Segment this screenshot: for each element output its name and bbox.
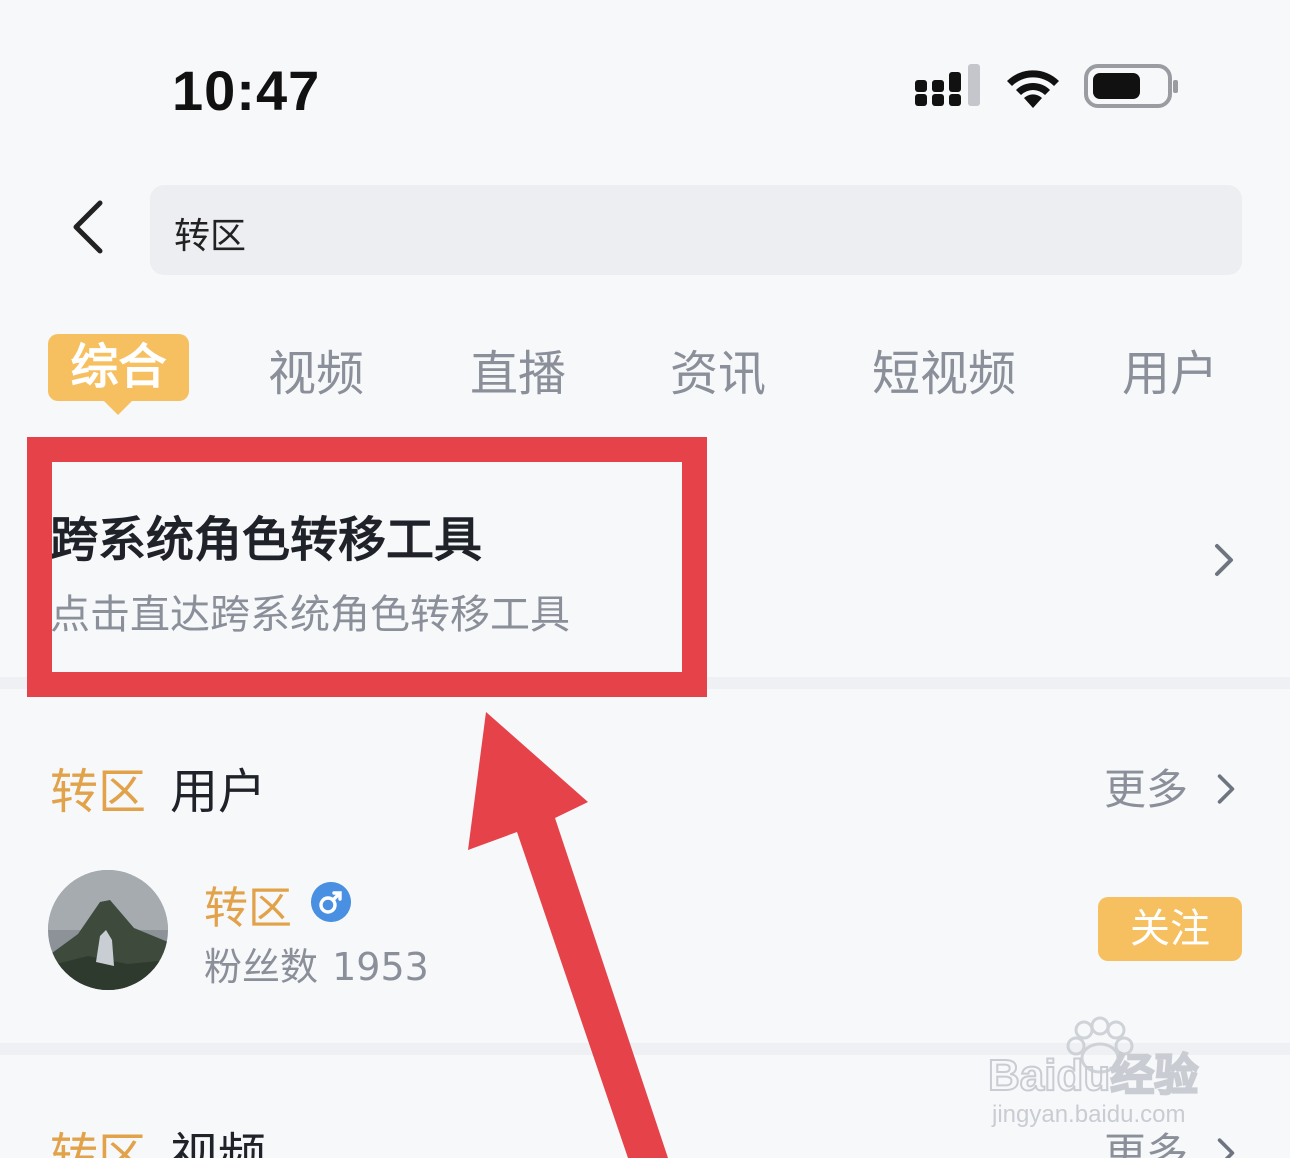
- svg-text:Baidu经验: Baidu经验: [988, 1051, 1198, 1100]
- back-arrow-icon[interactable]: [66, 197, 116, 257]
- section-label: 用户: [170, 764, 267, 820]
- tab-news[interactable]: 资讯: [670, 334, 766, 404]
- fans-count: 粉丝数 1953: [204, 936, 429, 991]
- fans-number: 1953: [332, 945, 429, 989]
- divider: [0, 677, 1290, 689]
- tool-card-subtitle: 点击直达跨系统角色转移工具: [50, 592, 570, 638]
- search-input[interactable]: 转区: [150, 185, 1242, 275]
- more-users-link[interactable]: 更多: [1104, 756, 1237, 817]
- search-query-text: 转区: [174, 216, 247, 257]
- status-bar: 10:47: [0, 0, 1290, 150]
- section-keyword: 转区: [50, 1128, 147, 1158]
- status-time: 10:47: [172, 59, 321, 122]
- battery-icon: [1084, 64, 1178, 108]
- category-tabs: 综合 视频 直播 资讯 短视频 用户: [0, 330, 1290, 420]
- chevron-right-icon: [1218, 1138, 1235, 1158]
- tool-card-title: 跨系统角色转移工具: [50, 512, 483, 568]
- chevron-right-icon: [1218, 774, 1235, 804]
- user-name[interactable]: 转区: [204, 872, 292, 936]
- avatar-image: [48, 870, 168, 990]
- section-label: 视频: [170, 1128, 267, 1158]
- search-row: 转区: [0, 185, 1290, 275]
- tool-card[interactable]: 跨系统角色转移工具 点击直达跨系统角色转移工具: [0, 440, 1290, 676]
- tab-short-video[interactable]: 短视频: [872, 334, 1016, 404]
- more-label: 更多: [1104, 765, 1189, 814]
- fans-label: 粉丝数: [204, 945, 319, 989]
- section-keyword: 转区: [50, 764, 147, 820]
- user-section-header: 转区 用户 更多: [0, 752, 1290, 822]
- chevron-right-icon: [1215, 544, 1233, 576]
- tab-users[interactable]: 用户: [1122, 334, 1218, 404]
- svg-text:jingyan.baidu.com: jingyan.baidu.com: [991, 1101, 1185, 1128]
- tab-live[interactable]: 直播: [470, 334, 566, 404]
- cellular-signal-icon: [915, 64, 980, 106]
- male-gender-icon: [311, 882, 351, 922]
- wifi-icon: [1007, 70, 1059, 108]
- follow-button[interactable]: 关注: [1098, 897, 1242, 961]
- tab-general[interactable]: 综合: [48, 334, 189, 415]
- baidu-watermark-logo: Baidu经验 jingyan.baidu.com: [987, 1016, 1199, 1128]
- tab-video[interactable]: 视频: [268, 334, 364, 404]
- user-result-row[interactable]: 转区 粉丝数 1953 关注: [0, 868, 1290, 992]
- avatar[interactable]: [48, 870, 168, 990]
